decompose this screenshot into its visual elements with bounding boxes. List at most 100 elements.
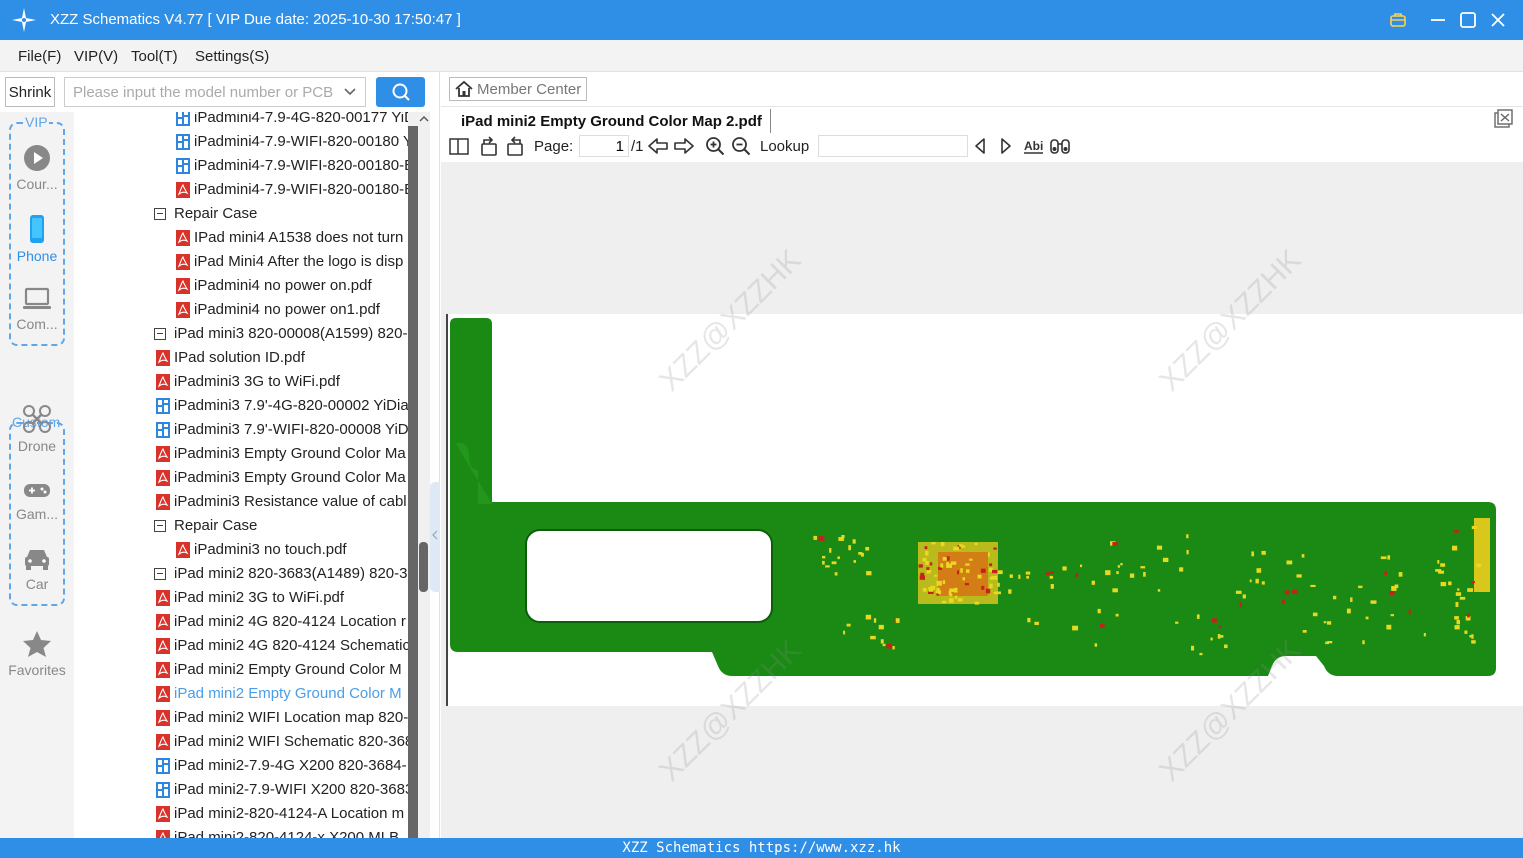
close-tab-icon[interactable]: [1493, 109, 1513, 129]
board-file-icon: [176, 134, 190, 150]
board-file-icon: [176, 112, 190, 126]
sidebar-item-label: Com...: [16, 316, 58, 332]
sidebar-item-computer[interactable]: Com...: [0, 286, 74, 332]
tree-folder[interactable]: Repair Case: [154, 202, 257, 226]
sidebar-item-label: Cour...: [16, 176, 58, 192]
pdf-file-icon: [156, 806, 170, 822]
panel-collapse-handle[interactable]: [430, 482, 440, 592]
find-next-icon[interactable]: [998, 136, 1014, 156]
next-page-icon[interactable]: [673, 136, 695, 156]
chevron-down-icon[interactable]: [343, 85, 357, 99]
tree-scroll-track[interactable]: [408, 126, 418, 838]
pdf-file-icon: [156, 350, 170, 366]
vip-icon[interactable]: [1386, 8, 1410, 32]
member-center-label: Member Center: [477, 80, 582, 98]
tree-file[interactable]: iPad mini2 3G to WiFi.pdf: [156, 586, 344, 610]
svg-text:Abi: Abi: [1024, 139, 1043, 153]
tree-file[interactable]: iPad mini2-820-4124-x X200 MLB: [156, 826, 399, 838]
sidebar-item-favorites[interactable]: Favorites: [0, 630, 74, 678]
menu-vip[interactable]: VIP(V): [74, 48, 118, 65]
pdf-file-icon: [156, 662, 170, 678]
match-case-icon[interactable]: Abi: [1023, 136, 1045, 156]
rotate-right-icon[interactable]: [504, 136, 526, 158]
tree-file[interactable]: IPad mini4 A1538 does not turn: [176, 226, 403, 250]
minimize-icon[interactable]: [1426, 8, 1450, 32]
tree-file[interactable]: iPad mini2 WIFI Schematic 820-368: [156, 730, 408, 754]
tree-item-label: iPadmini4-7.9-WIFI-820-00180-B ir: [194, 181, 408, 198]
scroll-up-icon[interactable]: [419, 114, 429, 124]
left-panel: Shrink VIP Cour... Phone Com... Custom D…: [0, 72, 440, 838]
menu-file[interactable]: File(F): [18, 48, 61, 65]
tree-file[interactable]: iPad mini2 WIFI Location map 820-: [156, 706, 408, 730]
tab-document[interactable]: iPad mini2 Empty Ground Color Map 2.pdf: [453, 109, 771, 133]
zoom-in-icon[interactable]: [705, 136, 725, 156]
tree-file[interactable]: iPadmini3 Resistance value of cabl: [156, 490, 407, 514]
tree-file[interactable]: iPadmini4-7.9-WIFI-820-00180-B P: [176, 154, 408, 178]
zoom-out-icon[interactable]: [731, 136, 751, 156]
sidebar-item-courses[interactable]: Cour...: [0, 144, 74, 192]
tree-file[interactable]: iPad mini2 Empty Ground Color M: [156, 682, 402, 706]
tree-item-label: iPadmini4-7.9-WIFI-820-00180 YiD: [194, 133, 408, 150]
pdf-file-icon: [156, 470, 170, 486]
document-tab-bar: iPad mini2 Empty Ground Color Map 2.pdf: [441, 106, 1523, 133]
play-circle-icon: [24, 145, 50, 171]
menu-tool[interactable]: Tool(T): [131, 48, 178, 65]
tree-file[interactable]: iPad mini2 4G 820-4124 Schematic: [156, 634, 408, 658]
tree-file[interactable]: iPadmini3 no touch.pdf: [176, 538, 347, 562]
sidebar-item-game[interactable]: Gam...: [0, 478, 74, 522]
pdf-file-icon: [176, 230, 190, 246]
pdf-file-icon: [156, 710, 170, 726]
tree-file[interactable]: iPadmini4-7.9-WIFI-820-00180-B ir: [176, 178, 408, 202]
pdf-viewer[interactable]: XZZ@XZZHK XZZ@XZZHK XZZ@XZZHK XZZ@XZZHK: [441, 162, 1523, 838]
sidebar-item-car[interactable]: Car: [0, 546, 74, 592]
pdf-file-icon: [176, 182, 190, 198]
menu-settings[interactable]: Settings(S): [195, 48, 269, 65]
tree-item-label: iPad mini2 Empty Ground Color M: [174, 685, 402, 702]
window-title: XZZ Schematics V4.77 [ VIP Due date: 202…: [50, 11, 461, 28]
lookup-input[interactable]: [818, 135, 968, 157]
tree-scroll-thumb[interactable]: [419, 542, 428, 592]
sidebar-toggle-icon[interactable]: [448, 136, 470, 156]
tree-file[interactable]: iPadmini4 no power on.pdf: [176, 274, 372, 298]
tree-file[interactable]: iPadmini3 Empty Ground Color Ma: [156, 442, 406, 466]
rotate-left-icon[interactable]: [478, 136, 500, 158]
close-icon[interactable]: [1486, 8, 1510, 32]
tree-file[interactable]: iPad mini2-7.9-4G X200 820-3684-: [156, 754, 407, 778]
member-center-button[interactable]: Member Center: [449, 77, 588, 101]
tree-file[interactable]: iPad mini2 Empty Ground Color M: [156, 658, 402, 682]
tree-file[interactable]: iPadmini3 7.9'-4G-820-00002 YiDia: [156, 394, 408, 418]
tree-file[interactable]: iPadmini3 Empty Ground Color Ma: [156, 466, 406, 490]
model-search-input[interactable]: [65, 78, 335, 106]
sidebar-item-phone[interactable]: Phone: [0, 214, 74, 264]
maximize-icon[interactable]: [1456, 8, 1480, 32]
tree-file[interactable]: iPadmini3 3G to WiFi.pdf: [156, 370, 340, 394]
phone-icon: [30, 215, 44, 243]
tree-item-label: iPadmini3 Empty Ground Color Ma: [174, 445, 406, 462]
tree-file[interactable]: iPad Mini4 After the logo is disp: [176, 250, 403, 274]
model-search-box: [64, 77, 366, 107]
category-sidebar: VIP Cour... Phone Com... Custom Drone Ga…: [0, 112, 74, 838]
tree-file[interactable]: iPadmini4-7.9-4G-820-00177 YiDia: [176, 112, 408, 130]
previous-page-icon[interactable]: [647, 136, 669, 156]
tree-file[interactable]: iPadmini4-7.9-WIFI-820-00180 YiD: [176, 130, 408, 154]
tree-file[interactable]: iPadmini4 no power on1.pdf: [176, 298, 380, 322]
tree-folder[interactable]: iPad mini2 820-3683(A1489) 820-3684: [154, 562, 408, 586]
find-previous-icon[interactable]: [972, 136, 988, 156]
sidebar-item-drone[interactable]: Drone: [0, 404, 74, 454]
chevron-left-icon: [432, 530, 438, 540]
tree-folder[interactable]: iPad mini3 820-00008(A1599) 820-000: [154, 322, 408, 346]
tree-file[interactable]: iPad mini2 4G 820-4124 Location r: [156, 610, 406, 634]
status-bar: XZZ Schematics https://www.xzz.hk: [0, 838, 1523, 858]
tree-file[interactable]: iPad mini2-7.9-WIFI X200 820-3683: [156, 778, 408, 802]
binoculars-icon[interactable]: [1049, 136, 1071, 156]
tree-file[interactable]: iPadmini3 7.9'-WIFI-820-00008 YiD: [156, 418, 408, 442]
tree-file[interactable]: IPad solution ID.pdf: [156, 346, 305, 370]
tree-file[interactable]: iPad mini2-820-4124-A Location m: [156, 802, 404, 826]
tree-scrollbar[interactable]: [408, 112, 430, 838]
page-number-input[interactable]: [579, 135, 629, 157]
shrink-button[interactable]: Shrink: [5, 77, 55, 107]
title-bar: XZZ Schematics V4.77 [ VIP Due date: 202…: [0, 0, 1523, 40]
tree-folder[interactable]: Repair Case: [154, 514, 257, 538]
star-icon: [23, 631, 51, 657]
search-button[interactable]: [376, 77, 425, 107]
